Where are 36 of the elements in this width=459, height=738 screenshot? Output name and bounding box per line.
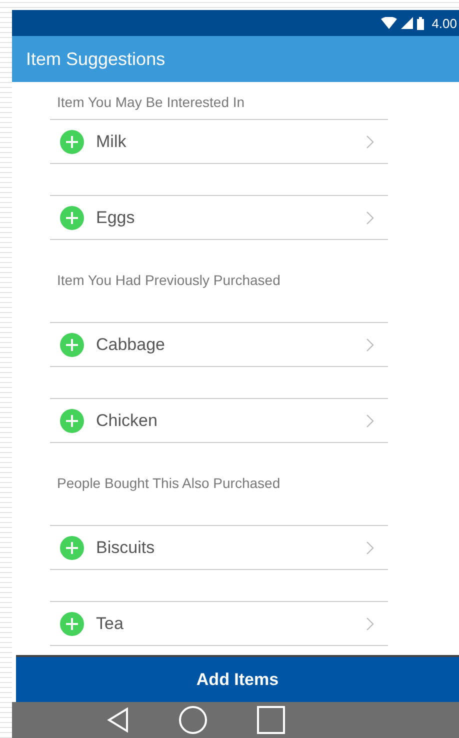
chevron-icon bbox=[366, 616, 374, 630]
status-time: 4.00 bbox=[432, 16, 457, 30]
suggestion-row[interactable]: Biscuits bbox=[50, 525, 388, 570]
chevron-icon bbox=[366, 210, 374, 224]
item-name: Chicken bbox=[96, 410, 158, 430]
chevron-icon bbox=[366, 338, 374, 352]
chevron-icon bbox=[366, 540, 374, 554]
add-icon[interactable] bbox=[60, 536, 84, 560]
add-icon[interactable] bbox=[60, 206, 84, 230]
suggestion-row[interactable]: Chicken bbox=[50, 398, 388, 443]
add-icon[interactable] bbox=[60, 612, 84, 636]
suggestion-row[interactable]: Tea bbox=[50, 601, 388, 646]
back-icon[interactable] bbox=[106, 707, 128, 733]
recents-icon[interactable] bbox=[256, 706, 284, 734]
battery-icon bbox=[416, 16, 424, 30]
signal-icon bbox=[400, 17, 413, 29]
wifi-icon bbox=[380, 17, 397, 29]
item-name: Milk bbox=[96, 132, 128, 152]
section-title: Item You Had Previously Purchased bbox=[57, 272, 280, 288]
add-icon[interactable] bbox=[60, 130, 84, 154]
chevron-icon bbox=[366, 134, 374, 148]
item-name: Tea bbox=[96, 614, 124, 634]
chevron-icon bbox=[366, 414, 374, 428]
add-icon[interactable] bbox=[60, 408, 84, 432]
suggestion-row[interactable]: Milk bbox=[50, 119, 388, 164]
add-icon[interactable] bbox=[60, 332, 84, 356]
item-name: Eggs bbox=[96, 208, 136, 228]
section-title: People Bought This Also Purchased bbox=[57, 475, 280, 491]
add-items-button[interactable]: Add Items bbox=[16, 655, 459, 702]
suggestion-row[interactable]: Cabbage bbox=[50, 322, 388, 367]
suggestion-row[interactable]: Eggs bbox=[50, 195, 388, 240]
header-title: Item Suggestions bbox=[26, 48, 166, 70]
item-name: Biscuits bbox=[96, 538, 156, 558]
section-title: Item You May Be Interested In bbox=[57, 94, 245, 110]
home-icon[interactable] bbox=[178, 706, 206, 734]
item-name: Cabbage bbox=[96, 334, 166, 354]
